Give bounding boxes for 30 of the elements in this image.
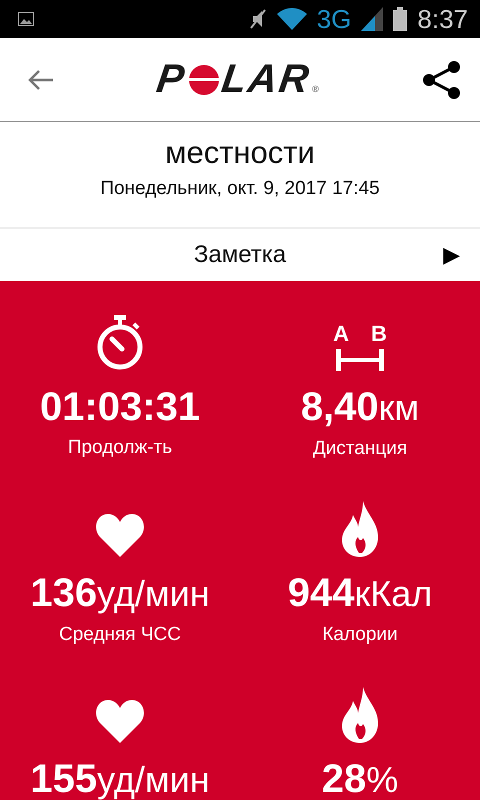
stat-value: 01:03:31 [40, 384, 200, 431]
wifi-icon [276, 8, 307, 30]
stat-label: Калории [322, 624, 398, 646]
clock: 8:37 [417, 6, 468, 32]
image-icon [18, 12, 34, 26]
activity-title: местности [165, 134, 315, 172]
heart-icon [95, 513, 145, 557]
stat-label: Средняя ЧСС [59, 624, 181, 646]
note-row[interactable]: Заметка ▶ [0, 229, 480, 281]
stat-value: 136уд/мин [30, 570, 210, 617]
note-label: Заметка [194, 241, 286, 269]
share-icon[interactable] [422, 60, 462, 100]
stopwatch-icon [95, 315, 145, 371]
stat-value: 8,40км [300, 384, 420, 431]
flame-icon [341, 501, 379, 557]
logo: P LAR® [157, 57, 319, 102]
stat-value: 28% [322, 756, 398, 800]
stat-value: 155уд/мин [30, 756, 210, 800]
back-icon[interactable] [28, 68, 54, 90]
battery-icon [393, 7, 408, 31]
arrow-icon: ▶ [443, 242, 460, 268]
flame-icon [341, 687, 379, 743]
signal-icon [361, 7, 384, 31]
mute-icon [248, 8, 267, 30]
heart-icon [95, 699, 145, 743]
network-type: 3G [316, 6, 352, 32]
stat-label: Продолж-ть [68, 437, 172, 459]
stat-value: 944кКал [288, 570, 432, 617]
activity-date: Понедельник, окт. 9, 2017 17:45 [100, 178, 380, 200]
stat-label: Дистанция [312, 438, 408, 460]
